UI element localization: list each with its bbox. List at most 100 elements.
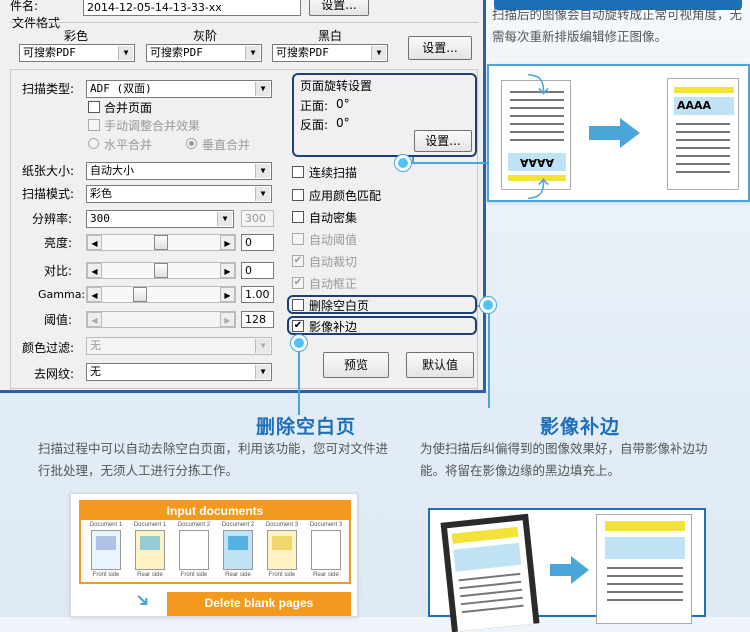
arrow-right-icon[interactable]: ▶ — [220, 287, 235, 302]
resolution-label: 分辨率: — [32, 212, 73, 226]
merge-pages-label: 合并页面 — [104, 101, 153, 115]
paper-size-select[interactable]: 自动大小 ▼ — [86, 162, 272, 180]
edge-fill-checkbox[interactable]: ✔ — [292, 320, 304, 332]
arrow-right-icon — [571, 556, 589, 584]
auto-density-label: 自动密集 — [309, 211, 358, 225]
gray-format-select[interactable]: 可搜索PDF ▼ — [146, 44, 262, 62]
rotate-arrow-icon: ⤴ — [527, 178, 550, 203]
file-name-setting-button[interactable]: 设置... — [309, 0, 369, 16]
document-side: Front side — [92, 572, 120, 578]
document-name: Document 1 — [133, 522, 167, 528]
chevron-down-icon: ▼ — [255, 164, 270, 178]
arrow-right-icon[interactable]: ▶ — [220, 312, 235, 327]
rotation-title: 页面旋转设置 — [300, 79, 373, 93]
rotation-front-value: 0° — [336, 97, 350, 111]
gamma-slider[interactable]: ◀ ▶ — [86, 286, 236, 303]
scan-type-select[interactable]: ADF (双面) ▼ — [86, 80, 272, 98]
color-format-select[interactable]: 可搜索PDF ▼ — [19, 44, 135, 62]
connector-line — [412, 162, 490, 164]
format-setting-button[interactable]: 设置... — [408, 36, 472, 60]
document-thumbnail — [135, 530, 165, 570]
document-side: Front side — [268, 572, 296, 578]
chevron-down-icon: ▼ — [255, 365, 270, 379]
rotation-front-label: 正面: — [300, 99, 329, 113]
resolution-select[interactable]: 300 ▼ — [86, 210, 234, 228]
scanner-settings-dialog: 件名: 2014-12-05-14-13-33-xx 设置... 文件格式 彩色… — [0, 0, 486, 393]
auto-crop-checkbox[interactable]: ✔ — [292, 255, 304, 267]
arrow-right-icon[interactable]: ▶ — [220, 235, 235, 250]
preview-button[interactable]: 预览 — [323, 352, 389, 378]
document-name: Document 3 — [265, 522, 299, 528]
auto-threshold-checkbox[interactable] — [292, 233, 304, 245]
threshold-slider[interactable]: ◀ ▶ — [86, 311, 236, 328]
brightness-input[interactable]: 0 — [241, 234, 274, 251]
contrast-input[interactable]: 0 — [241, 262, 274, 279]
color-filter-select[interactable]: 无 ▼ — [86, 337, 272, 355]
scan-mode-select[interactable]: 彩色 ▼ — [86, 185, 272, 203]
rotation-marker-dot — [395, 155, 411, 171]
document-name: Document 2 — [177, 522, 211, 528]
horizontal-merge-radio[interactable] — [88, 138, 99, 149]
document-name: Document 3 — [309, 522, 343, 528]
threshold-input[interactable]: 128 — [241, 311, 274, 328]
arrow-left-icon[interactable]: ◀ — [87, 312, 102, 327]
default-button[interactable]: 默认值 — [406, 352, 474, 378]
rotated-sample-text: AAAA — [508, 153, 566, 171]
gamma-thumb[interactable] — [133, 287, 148, 302]
arrow-down-icon: ➜ — [129, 587, 156, 614]
rotation-setting-button[interactable]: 设置... — [414, 130, 472, 152]
file-format-group — [10, 22, 478, 23]
arrow-left-icon[interactable]: ◀ — [87, 263, 102, 278]
bw-format-select[interactable]: 可搜索PDF ▼ — [272, 44, 388, 62]
color-mode-label-gray: 灰阶 — [193, 29, 218, 43]
chevron-down-icon: ▼ — [245, 46, 260, 60]
chevron-down-icon: ▼ — [255, 339, 270, 353]
arrow-left-icon[interactable]: ◀ — [87, 235, 102, 250]
auto-crop-label: 自动裁切 — [309, 255, 358, 269]
document-thumbnail — [91, 530, 121, 570]
brightness-slider[interactable]: ◀ ▶ — [86, 234, 236, 251]
auto-density-checkbox[interactable] — [292, 211, 304, 223]
arrow-right-icon[interactable]: ▶ — [220, 263, 235, 278]
contrast-thumb[interactable] — [154, 263, 168, 278]
delete-blank-page-checkbox[interactable] — [292, 299, 304, 311]
auto-deskew-label: 自动框正 — [309, 277, 358, 291]
rotation-back-value: 0° — [336, 116, 350, 130]
file-name-input[interactable]: 2014-12-05-14-13-33-xx — [83, 0, 301, 16]
color-filter-value: 无 — [90, 339, 101, 352]
vertical-merge-label: 垂直合并 — [202, 138, 251, 152]
vertical-merge-radio[interactable] — [186, 138, 197, 149]
delete-blank-page-label: 删除空白页 — [309, 299, 370, 313]
threshold-label: 阈值: — [44, 313, 73, 327]
blank-page-illustration: Input documents Document 1 Front side Docu… — [70, 493, 358, 617]
document-thumbnail — [311, 530, 341, 570]
gamma-input[interactable]: 1.00 — [241, 286, 274, 303]
descreen-select[interactable]: 无 ▼ — [86, 363, 272, 381]
color-match-checkbox[interactable] — [292, 189, 304, 201]
contrast-slider[interactable]: ◀ ▶ — [86, 262, 236, 279]
arrow-right-icon — [620, 118, 640, 148]
edge-fill-description: 为使扫描后纠偏得到的图像效果好，自带影像补边功能。将留在影像边缘的黑边填充上。 — [420, 441, 708, 478]
file-name-label: 件名: — [10, 0, 39, 13]
brightness-label: 亮度: — [44, 236, 73, 250]
document-side: Rear side — [313, 572, 339, 578]
arrow-left-icon[interactable]: ◀ — [87, 287, 102, 302]
brightness-thumb[interactable] — [154, 235, 168, 250]
chevron-down-icon: ▼ — [217, 212, 232, 226]
paper-size-label: 纸张大小: — [22, 164, 75, 178]
chevron-down-icon: ▼ — [118, 46, 133, 60]
auto-deskew-checkbox[interactable]: ✔ — [292, 277, 304, 289]
blank-page-title: 删除空白页 — [256, 416, 357, 438]
edge-fill-title: 影像补边 — [540, 416, 621, 438]
continuous-scan-checkbox[interactable] — [292, 166, 304, 178]
fixed-page-thumbnail: AAAA — [667, 78, 739, 190]
document-side: Rear side — [137, 572, 163, 578]
document-thumbnail — [223, 530, 253, 570]
manual-merge-checkbox[interactable] — [88, 119, 100, 131]
chevron-down-icon: ▼ — [255, 187, 270, 201]
resolution-text[interactable]: 300 — [241, 210, 274, 227]
blank-page-marker-dot — [291, 335, 307, 351]
merge-pages-checkbox[interactable] — [88, 101, 100, 113]
rotation-back-label: 反面: — [300, 118, 329, 132]
rotate-arrow-icon: ⤵ — [527, 74, 550, 99]
